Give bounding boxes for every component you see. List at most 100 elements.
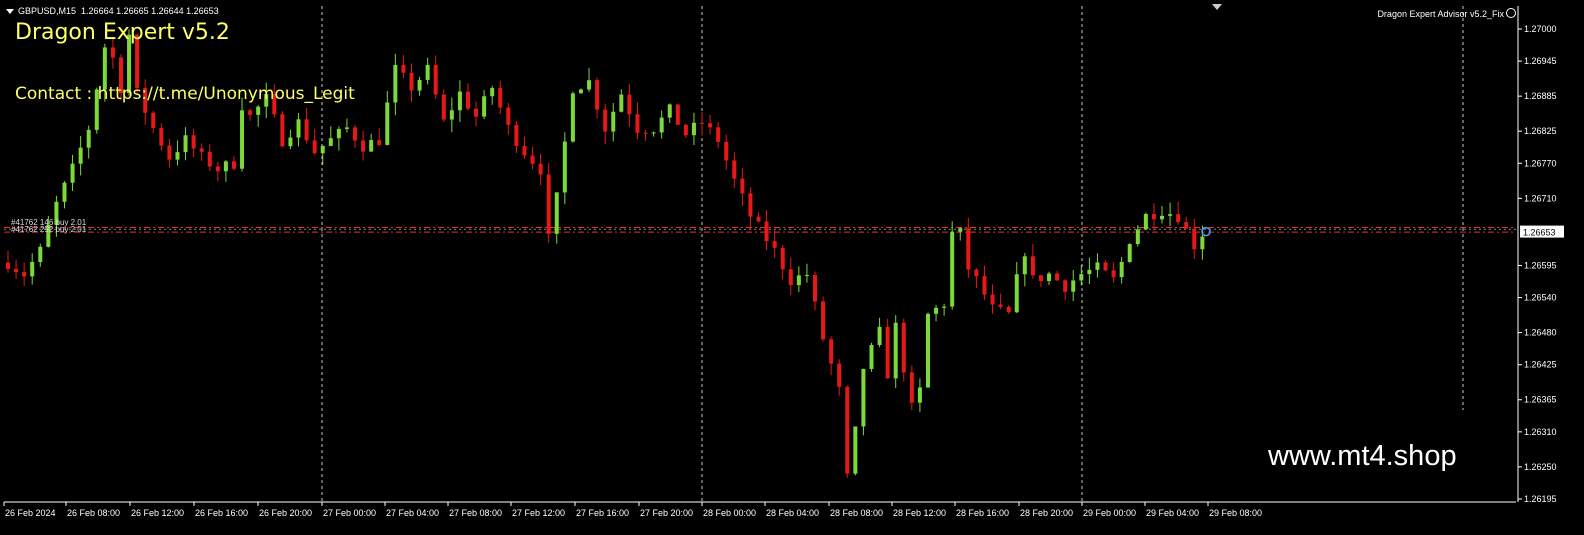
candle-body [990,294,995,305]
ea-label[interactable]: Dragon Expert Advisor v5.2_Fix [1377,8,1516,19]
candle-body [901,322,906,373]
candle-body [796,275,801,286]
candle-body [191,135,196,149]
candle-body [280,114,285,147]
candle-body [304,119,309,141]
candle-body [950,231,955,307]
trade-marker-icon [1201,226,1211,237]
current-price-label: 1.26653 [1523,228,1556,238]
candle-body [62,182,67,202]
candle-body [14,268,19,273]
symbol-info: GBPUSD,M15 1.26664 1.26665 1.26644 1.266… [6,6,219,16]
candle-body [231,161,236,169]
candle-body [861,368,866,427]
y-tick-label: 1.26770 [1524,158,1557,168]
x-tick-label: 28 Feb 08:00 [830,508,883,518]
candle-body [70,163,75,183]
candle-body [893,322,898,379]
candle-body [877,326,882,346]
candle-body [643,132,648,134]
candle-body [353,127,358,141]
candle-body [183,135,188,153]
x-tick-label: 27 Feb 04:00 [386,508,439,518]
candle-body [716,127,721,142]
candle-body [546,174,551,234]
candle-body [788,269,793,286]
candle-body [369,140,374,152]
chart-shift-marker-icon[interactable] [1212,4,1222,10]
y-tick-label: 1.26250 [1524,462,1557,472]
candle-body [223,161,228,172]
y-tick-label: 1.26710 [1524,193,1557,203]
candle-body [772,241,777,248]
candle-body [1014,274,1019,313]
candle-body [1151,214,1156,220]
candle-body [1184,222,1189,229]
candle-body [748,193,753,217]
candle-body [998,304,1003,307]
candle-body [320,145,325,154]
y-tick-label: 1.27000 [1524,24,1557,34]
candle-body [1143,214,1148,230]
candle-body [522,146,527,156]
candle-body [1006,306,1011,313]
candle-body [603,109,608,132]
candle-body [691,122,696,136]
y-tick-label: 1.26480 [1524,328,1557,338]
ea-title: Dragon Expert v5.2 [15,20,230,45]
candle-body [917,387,922,403]
candle-body [474,108,479,117]
chart-menu-triangle-icon[interactable] [6,9,14,15]
candle-body [966,228,971,270]
x-tick-label: 29 Feb 00:00 [1083,508,1136,518]
candle-body [288,137,293,147]
candle-body [1192,228,1197,250]
candle-body [151,112,156,129]
candle-body [942,306,947,308]
candle-body [659,117,664,133]
x-tick-label: 27 Feb 08:00 [449,508,502,518]
candle-body [401,64,406,73]
candle-body [328,138,333,146]
candle-body [482,96,487,117]
y-tick-label: 1.26365 [1524,395,1557,405]
candle-body [845,386,850,474]
candle-body [1119,261,1124,278]
candle-body [159,128,164,146]
candle-body [425,64,430,80]
candle-body [514,124,519,147]
candle-body [700,122,705,124]
y-tick-label: 1.26310 [1524,427,1557,437]
candle-body [708,123,713,128]
y-tick-label: 1.26425 [1524,360,1557,370]
candle-body [336,128,341,139]
candle-body [909,372,914,403]
candle-body [296,119,301,138]
candle-body [1160,215,1165,220]
x-tick-label: 28 Feb 20:00 [1020,508,1073,518]
candle-body [958,228,963,232]
candle-body [361,140,366,152]
candle-body [1095,262,1100,270]
x-tick-label: 27 Feb 16:00 [576,508,629,518]
candle-body [1022,256,1027,275]
candle-body [110,47,115,58]
ohlc-values: 1.26664 1.26665 1.26644 1.26653 [81,6,219,16]
candle-body [1103,262,1108,271]
y-tick-label: 1.26595 [1524,260,1557,270]
ea-name: Dragon Expert Advisor v5.2_Fix [1377,9,1504,19]
chart-window[interactable]: 1.27000 1.26945 1.26885 1.26825 1.26770 1.267… [0,0,1584,531]
candle-body [724,141,729,161]
x-tick-label: 26 Feb 12:00 [131,508,184,518]
y-tick-label: 1.26540 [1524,293,1557,303]
x-tick-label: 28 Feb 00:00 [703,508,756,518]
candle-body [764,221,769,242]
candle-body [1047,273,1052,282]
candle-body [457,91,462,111]
x-tick-label: 26 Feb 16:00 [195,508,248,518]
candle-body [393,64,398,103]
candle-body [587,80,592,90]
candle-body [506,107,511,125]
candle-body [1135,229,1140,245]
candle-body [1030,256,1035,276]
